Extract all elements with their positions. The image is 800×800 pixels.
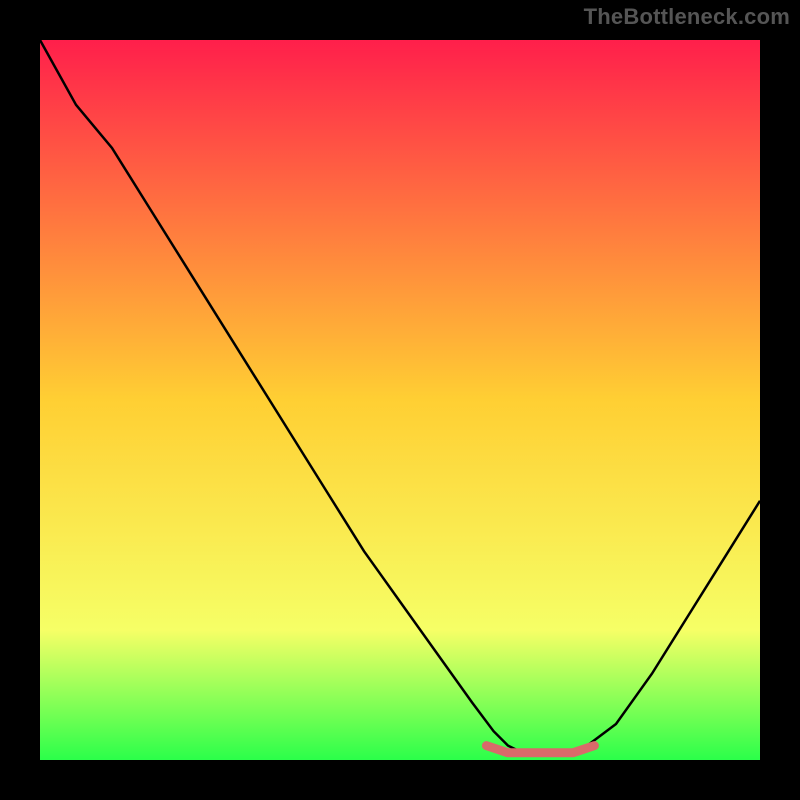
plot-area	[40, 40, 760, 760]
watermark-label: TheBottleneck.com	[584, 4, 790, 30]
gradient-background	[40, 40, 760, 760]
bottleneck-chart	[40, 40, 760, 760]
chart-frame: TheBottleneck.com	[0, 0, 800, 800]
